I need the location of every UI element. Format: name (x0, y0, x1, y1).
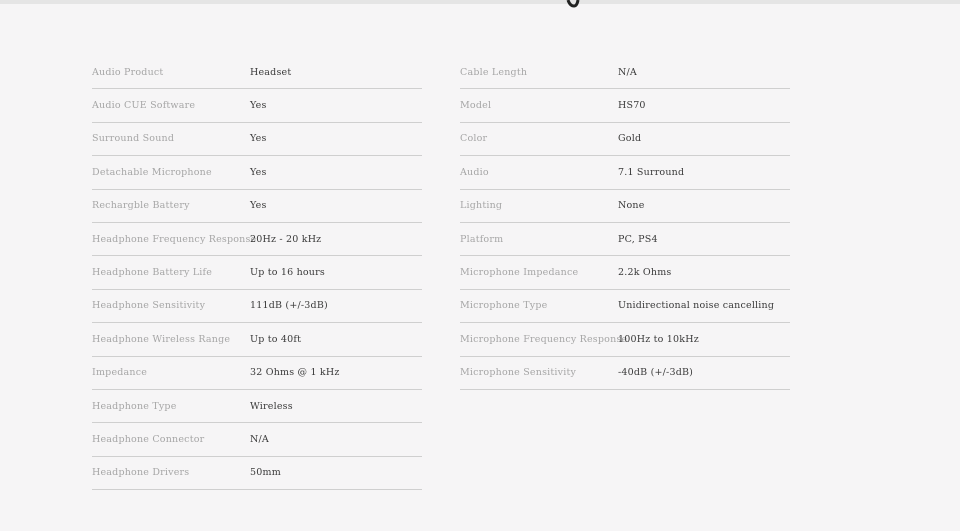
spec-label: Microphone Impedance (460, 267, 579, 279)
spec-row: Audio 7.1 Surround (460, 156, 790, 190)
spec-row: Model HS70 (460, 89, 790, 123)
spec-row: Headphone Connector N/A (92, 423, 422, 457)
spec-label: Rechargble Battery (92, 200, 190, 212)
spec-row: Microphone Frequency Response 100Hz to 10… (460, 323, 790, 357)
spec-label: Impedance (92, 367, 148, 379)
spec-row: Audio CUE Software Yes (92, 89, 422, 123)
spec-value: PC, PS4 (618, 233, 658, 245)
spec-value: 100Hz to 10kHz (618, 333, 699, 345)
spec-row: Surround Sound Yes (92, 123, 422, 157)
spec-label: Headphone Sensitivity (92, 300, 206, 312)
spec-label: Microphone Type (460, 300, 548, 312)
spec-value: 32 Ohms @ 1 kHz (250, 367, 340, 379)
spec-value: Yes (250, 133, 267, 145)
spec-row: Microphone Type Unidirectional noise canc… (460, 290, 790, 324)
spec-value: Up to 40ft (250, 333, 302, 345)
spec-row: Microphone Impedance 2.2k Ohms (460, 256, 790, 290)
spec-value: 50mm (250, 467, 281, 479)
spec-row: Headphone Wireless Range Up to 40ft (92, 323, 422, 357)
spec-label: Model (460, 100, 492, 112)
spec-row: Headphone Drivers 50mm (92, 457, 422, 491)
spec-label: Lighting (460, 200, 503, 212)
spec-label: Audio CUE Software (92, 100, 196, 112)
spec-value: 111dB (+/-3dB) (250, 300, 328, 312)
spec-label: Platform (460, 233, 504, 245)
spec-label: Headphone Connector (92, 433, 205, 445)
spec-value: Gold (618, 133, 642, 145)
spec-row: Rechargble Battery Yes (92, 190, 422, 223)
spec-value: Up to 16 hours (250, 267, 325, 279)
spec-value: Yes (250, 166, 267, 178)
spec-label: Headphone Type (92, 400, 177, 412)
spec-row: Headphone Frequency Response 20Hz - 20 kH… (92, 223, 422, 257)
spec-row: Impedance 32 Ohms @ 1 kHz (92, 357, 422, 390)
spec-value: Wireless (250, 400, 293, 412)
spec-label: Headphone Frequency Response (92, 233, 257, 245)
spec-row: Headphone Type Wireless (92, 390, 422, 424)
spec-row: Lighting None (460, 190, 790, 223)
spec-value: Yes (250, 100, 267, 112)
specs-column-left: Audio Product Headset Audio CUE Software Y… (92, 56, 422, 491)
heading-fragment (566, 0, 580, 8)
spec-label: Color (460, 133, 488, 145)
spec-value: 20Hz - 20 kHz (250, 233, 322, 245)
spec-row: Audio Product Headset (92, 56, 422, 90)
spec-label: Microphone Frequency Response (460, 333, 628, 345)
spec-label: Cable Length (460, 66, 528, 78)
spec-label: Detachable Microphone (92, 166, 212, 178)
spec-row: Headphone Sensitivity 111dB (+/-3dB) (92, 290, 422, 324)
spec-label: Headphone Drivers (92, 467, 190, 479)
specifications-page: Audio Product Headset Audio CUE Software Y… (0, 0, 960, 531)
spec-row: Microphone Sensitivity -40dB (+/-3dB) (460, 357, 790, 390)
spec-value: None (618, 200, 645, 212)
spec-value: Headset (250, 66, 292, 78)
spec-value: -40dB (+/-3dB) (618, 367, 694, 379)
specs-column-right: Cable Length N/A Model HS70 Color Gold Audi… (460, 56, 790, 390)
spec-label: Headphone Battery Life (92, 267, 213, 279)
spec-label: Microphone Sensitivity (460, 367, 577, 379)
spec-label: Surround Sound (92, 133, 175, 145)
spec-row: Color Gold (460, 123, 790, 157)
spec-value: Yes (250, 200, 267, 212)
spec-value: 7.1 Surround (618, 166, 685, 178)
spec-label: Audio (460, 166, 489, 178)
spec-row: Headphone Battery Life Up to 16 hours (92, 256, 422, 290)
spec-label: Audio Product (92, 66, 164, 78)
spec-value: N/A (618, 66, 637, 78)
spec-row: Platform PC, PS4 (460, 223, 790, 257)
spec-value: HS70 (618, 100, 646, 112)
spec-value: 2.2k Ohms (618, 267, 672, 279)
spec-value: Unidirectional noise cancelling (618, 300, 775, 312)
spec-label: Headphone Wireless Range (92, 333, 231, 345)
spec-row: Detachable Microphone Yes (92, 156, 422, 190)
spec-row: Cable Length N/A (460, 56, 790, 90)
spec-value: N/A (250, 433, 269, 445)
